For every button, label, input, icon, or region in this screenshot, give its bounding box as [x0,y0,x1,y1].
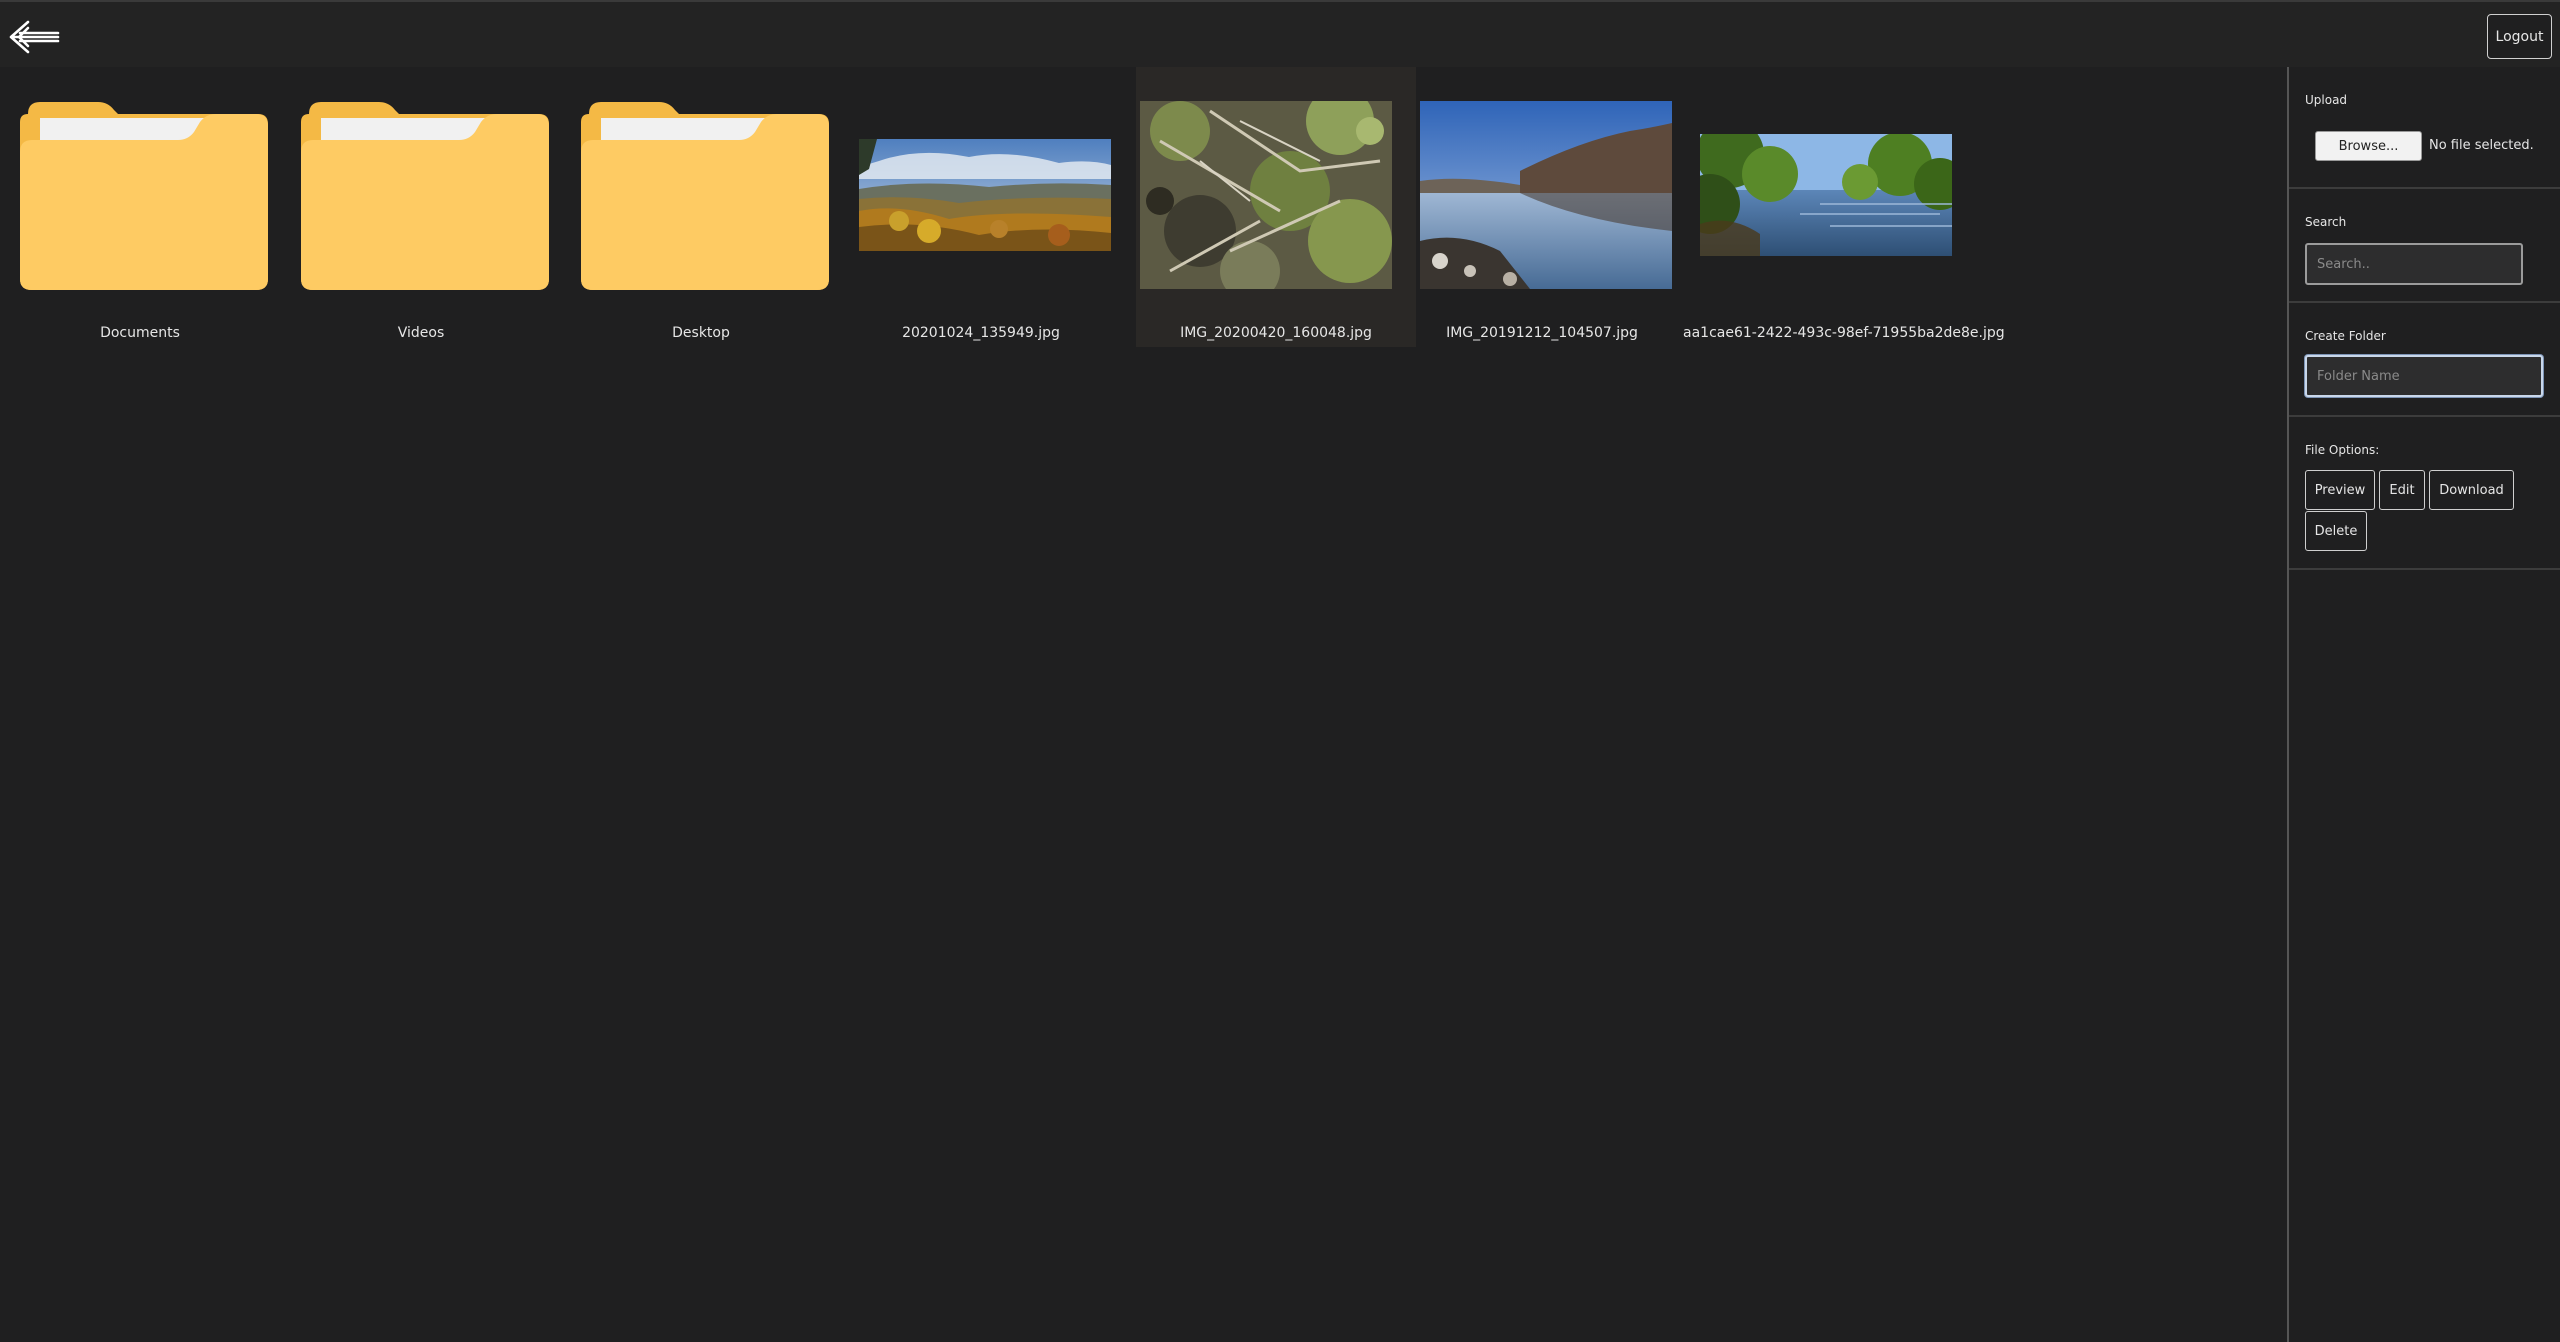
top-bar: Logout [0,0,2560,67]
search-label: Search [2305,215,2347,229]
image-item[interactable]: IMG_20191212_104507.jpg [1402,67,1682,347]
file-options-label: File Options: [2305,443,2380,457]
preview-button[interactable]: Preview [2305,470,2375,510]
folder-icon [561,67,841,322]
image-item[interactable]: aa1cae61-2422-493c-98ef-71955ba2de8e.jpg [1683,67,2005,347]
thumb-wrap [841,67,1121,322]
create-folder-label: Create Folder [2305,329,2386,343]
file-name: 20201024_135949.jpg [902,325,1060,341]
file-name: IMG_20191212_104507.jpg [1446,325,1638,341]
image-thumbnail [859,139,1111,251]
file-name: Videos [397,325,445,341]
folder-item-desktop[interactable]: Desktop [561,67,841,347]
image-thumbnail [1140,101,1392,289]
search-section: Search [2289,189,2560,303]
upload-label: Upload [2305,93,2348,107]
image-thumbnail [1700,134,1952,256]
folder-icon [0,67,280,322]
create-folder-section: Create Folder [2289,303,2560,417]
file-name: IMG_20200420_160048.jpg [1180,325,1372,341]
download-button[interactable]: Download [2429,470,2514,510]
file-name: aa1cae61-2422-493c-98ef-71955ba2de8e.jpg [1683,325,2005,341]
image-item[interactable]: 20201024_135949.jpg [841,67,1121,347]
file-grid: Documents Videos Desktop 20201024_135949… [0,67,2287,1342]
upload-section: Upload Browse... No file selected. [2289,67,2560,189]
edit-button[interactable]: Edit [2379,470,2425,510]
file-options-section: File Options: Preview Edit Download Dele… [2289,417,2560,570]
file-status-text: No file selected. [2429,138,2534,153]
folder-item-documents[interactable]: Documents [0,67,280,347]
thumb-wrap [1402,67,1682,322]
file-name: Documents [100,325,180,341]
thumb-wrap [1136,67,1416,322]
image-item-selected[interactable]: IMG_20200420_160048.jpg [1136,67,1416,347]
arrow-left-icon[interactable] [6,16,62,58]
browse-button[interactable]: Browse... [2315,131,2422,161]
folder-icon [281,67,561,322]
thumb-wrap [1683,67,1963,322]
logout-button[interactable]: Logout [2487,14,2552,59]
file-name: Desktop [672,325,730,341]
delete-button[interactable]: Delete [2305,511,2367,551]
search-input[interactable] [2305,243,2523,285]
folder-name-input[interactable] [2305,355,2543,397]
folder-item-videos[interactable]: Videos [281,67,561,347]
sidebar: Upload Browse... No file selected. Searc… [2287,67,2560,1342]
image-thumbnail [1420,101,1672,289]
